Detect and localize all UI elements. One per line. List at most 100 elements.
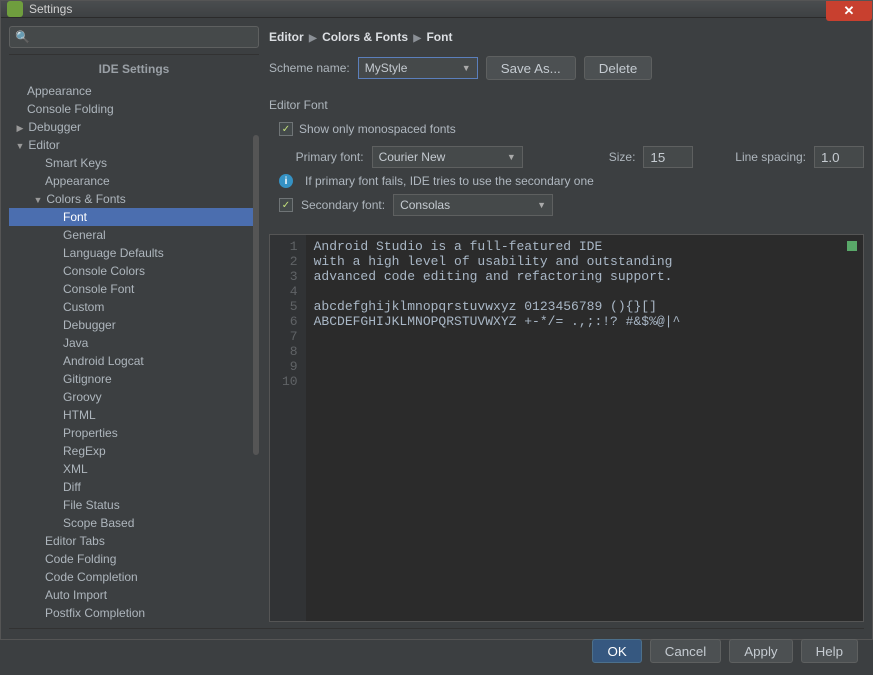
tree-item-file-status[interactable]: File Status bbox=[9, 496, 259, 514]
tree-item-scope-based[interactable]: Scope Based bbox=[9, 514, 259, 532]
size-label: Size: bbox=[551, 150, 636, 164]
font-preview: 12345678910 Android Studio is a full-fea… bbox=[269, 234, 864, 622]
tree-item-label: Debugger bbox=[28, 120, 81, 134]
secondary-font-select[interactable]: Consolas ▼ bbox=[393, 194, 553, 216]
tree-item-custom[interactable]: Custom bbox=[9, 298, 259, 316]
tree-item-groovy[interactable]: Groovy bbox=[9, 388, 259, 406]
tree-item-font[interactable]: Font bbox=[9, 208, 259, 226]
tree-item-regexp[interactable]: RegExp bbox=[9, 442, 259, 460]
scheme-label: Scheme name: bbox=[269, 61, 350, 75]
tree-item-label: Java bbox=[63, 336, 88, 350]
info-icon: i bbox=[279, 174, 293, 188]
tree-item-label: Diff bbox=[63, 480, 81, 494]
tree-item-language-defaults[interactable]: Language Defaults bbox=[9, 244, 259, 262]
tree-item-label: Font bbox=[63, 210, 87, 224]
tree-item-label: Appearance bbox=[27, 84, 92, 98]
tree-item-gitignore[interactable]: Gitignore bbox=[9, 370, 259, 388]
chevron-down-icon: ▼ bbox=[537, 200, 546, 210]
primary-font-select[interactable]: Courier New ▼ bbox=[372, 146, 523, 168]
tree-item-label: Editor Tabs bbox=[45, 534, 105, 548]
tree-item-console-folding[interactable]: Console Folding bbox=[9, 100, 259, 118]
gutter: 12345678910 bbox=[270, 235, 306, 621]
window-title: Settings bbox=[29, 2, 72, 16]
apply-button[interactable]: Apply bbox=[729, 639, 792, 663]
chevron-down-icon: ▼ bbox=[507, 152, 516, 162]
tree-item-label: Gitignore bbox=[63, 372, 112, 386]
delete-button[interactable]: Delete bbox=[584, 56, 653, 80]
tree-item-general[interactable]: General bbox=[9, 226, 259, 244]
tree-item-label: Console Folding bbox=[27, 102, 114, 116]
status-indicator bbox=[847, 241, 857, 251]
tree-item-label: Debugger bbox=[63, 318, 116, 332]
breadcrumb-colors-fonts[interactable]: Colors & Fonts bbox=[322, 30, 408, 44]
tree-item-label: Console Colors bbox=[63, 264, 145, 278]
preview-code: Android Studio is a full-featured IDEwit… bbox=[306, 235, 863, 621]
tree-item-auto-import[interactable]: Auto Import bbox=[9, 586, 259, 604]
cancel-button[interactable]: Cancel bbox=[650, 639, 722, 663]
breadcrumb: Editor ▶ Colors & Fonts ▶ Font bbox=[269, 26, 864, 52]
content-pane: Editor ▶ Colors & Fonts ▶ Font Scheme na… bbox=[269, 26, 864, 622]
chevron-down-icon[interactable]: ▼ bbox=[15, 141, 25, 151]
tree-item-code-completion[interactable]: Code Completion bbox=[9, 568, 259, 586]
settings-window: Settings ✕ 🔍 IDE Settings AppearanceCons… bbox=[0, 0, 873, 640]
tree-item-editor[interactable]: ▼ Editor bbox=[9, 136, 259, 154]
app-icon bbox=[7, 1, 23, 17]
breadcrumb-font: Font bbox=[426, 30, 452, 44]
tree-item-postfix-completion[interactable]: Postfix Completion bbox=[9, 604, 259, 622]
tree-item-label: Groovy bbox=[63, 390, 102, 404]
primary-font-value: Courier New bbox=[379, 150, 446, 164]
tree-item-colors-fonts[interactable]: ▼ Colors & Fonts bbox=[9, 190, 259, 208]
save-as-button[interactable]: Save As... bbox=[486, 56, 576, 80]
tree-item-label: Language Defaults bbox=[63, 246, 164, 260]
tree-item-smart-keys[interactable]: Smart Keys bbox=[9, 154, 259, 172]
tree-item-properties[interactable]: Properties bbox=[9, 424, 259, 442]
chevron-right-icon[interactable]: ▶ bbox=[15, 123, 25, 134]
tree-item-label: Postfix Completion bbox=[45, 606, 145, 620]
settings-tree[interactable]: IDE Settings AppearanceConsole Folding▶ … bbox=[9, 54, 259, 622]
tree-item-console-colors[interactable]: Console Colors bbox=[9, 262, 259, 280]
main: 🔍 IDE Settings AppearanceConsole Folding… bbox=[9, 26, 864, 622]
tree-item-editor-tabs[interactable]: Editor Tabs bbox=[9, 532, 259, 550]
tree-item-label: Editor bbox=[28, 138, 59, 152]
chevron-down-icon[interactable]: ▼ bbox=[33, 195, 43, 205]
dialog-footer: OK Cancel Apply Help bbox=[9, 628, 864, 667]
tree-item-code-folding[interactable]: Code Folding bbox=[9, 550, 259, 568]
size-input[interactable] bbox=[643, 146, 693, 168]
chevron-right-icon: ▶ bbox=[413, 33, 421, 44]
scheme-row: Scheme name: MyStyle ▼ Save As... Delete bbox=[269, 56, 864, 80]
tree-item-diff[interactable]: Diff bbox=[9, 478, 259, 496]
search-input[interactable] bbox=[9, 26, 259, 48]
tree-item-debugger[interactable]: ▶ Debugger bbox=[9, 118, 259, 136]
tree-item-xml[interactable]: XML bbox=[9, 460, 259, 478]
ok-button[interactable]: OK bbox=[592, 639, 641, 663]
tree-item-appearance[interactable]: Appearance bbox=[9, 172, 259, 190]
tree-item-html[interactable]: HTML bbox=[9, 406, 259, 424]
tree-item-label: RegExp bbox=[63, 444, 106, 458]
search-icon: 🔍 bbox=[15, 30, 30, 44]
tree-scrollbar[interactable] bbox=[253, 135, 259, 455]
tree-item-appearance[interactable]: Appearance bbox=[9, 82, 259, 100]
tree-item-label: General bbox=[63, 228, 106, 242]
tree-item-label: Auto Import bbox=[45, 588, 107, 602]
titlebar: Settings ✕ bbox=[1, 1, 872, 18]
tree-item-android-logcat[interactable]: Android Logcat bbox=[9, 352, 259, 370]
close-button[interactable]: ✕ bbox=[826, 1, 872, 21]
tree-item-console-font[interactable]: Console Font bbox=[9, 280, 259, 298]
tree-item-label: File Status bbox=[63, 498, 120, 512]
help-button[interactable]: Help bbox=[801, 639, 858, 663]
show-mono-row: ✓ Show only monospaced fonts bbox=[269, 122, 864, 136]
show-mono-checkbox[interactable]: ✓ bbox=[279, 122, 293, 136]
sidebar: 🔍 IDE Settings AppearanceConsole Folding… bbox=[9, 26, 259, 622]
editor-font-group-label: Editor Font bbox=[269, 98, 864, 112]
tree-item-java[interactable]: Java bbox=[9, 334, 259, 352]
body: 🔍 IDE Settings AppearanceConsole Folding… bbox=[1, 18, 872, 675]
tree-item-label: Scope Based bbox=[63, 516, 134, 530]
chevron-down-icon: ▼ bbox=[462, 63, 471, 73]
tree-item-label: Smart Keys bbox=[45, 156, 107, 170]
secondary-font-checkbox[interactable]: ✓ bbox=[279, 198, 293, 212]
scheme-select[interactable]: MyStyle ▼ bbox=[358, 57, 478, 79]
tree-item-label: Appearance bbox=[45, 174, 110, 188]
tree-item-debugger[interactable]: Debugger bbox=[9, 316, 259, 334]
line-spacing-input[interactable] bbox=[814, 146, 864, 168]
breadcrumb-editor[interactable]: Editor bbox=[269, 30, 304, 44]
